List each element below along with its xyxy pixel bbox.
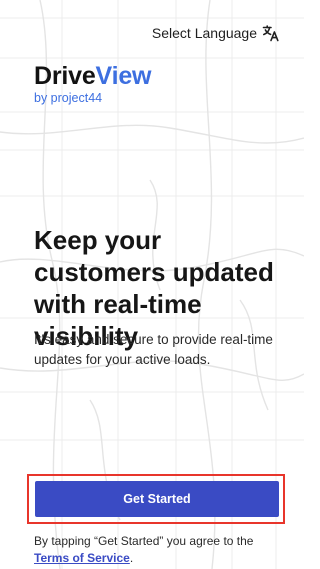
translate-icon [262, 24, 280, 42]
welcome-screen: Select Language DriveView by project44 K… [0, 0, 304, 569]
brand-name: DriveView [34, 62, 151, 90]
terms-notice: By tapping “Get Started” you agree to th… [34, 533, 284, 567]
select-language-button[interactable]: Select Language [152, 24, 280, 42]
terms-suffix: . [129, 551, 134, 565]
get-started-button[interactable]: Get Started [35, 481, 279, 517]
brand-name-drive: Drive [34, 62, 96, 90]
brand-name-view: View [95, 62, 152, 90]
page-description: It's easy and secure to provide real-tim… [34, 332, 273, 367]
terms-prefix: By tapping “Get Started” you agree to th… [34, 534, 254, 548]
brand-logo: DriveView by project44 [34, 62, 151, 105]
brand-subtitle: by project44 [34, 91, 103, 105]
terms-of-service-link[interactable]: Terms of Service [34, 551, 130, 565]
select-language-label: Select Language [151, 25, 257, 41]
content-layer: Select Language DriveView by project44 K… [0, 0, 304, 569]
